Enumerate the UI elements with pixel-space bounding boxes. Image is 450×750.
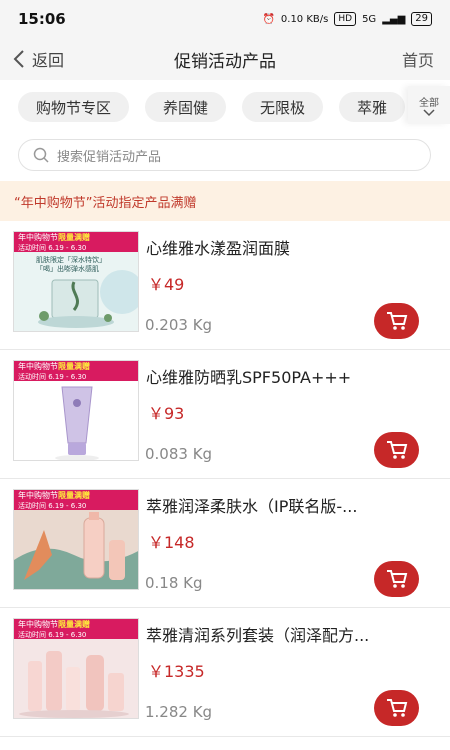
product-price: ￥49 (148, 275, 185, 294)
product-name[interactable]: 心维雅防晒乳SPF50PA+++ (146, 364, 436, 388)
banner-highlight: 限量满赠 (58, 491, 90, 500)
sunscreen-tube-illustration (14, 381, 138, 460)
product-price: ￥148 (148, 533, 195, 552)
signal-icon: ▂▄▆ (382, 13, 406, 25)
search-icon (33, 147, 49, 163)
alarm-icon: ⏰ (262, 13, 275, 25)
product-row[interactable]: 年中购物节限量满赠 活动时间 6.19 - 6.30 萃雅清润系列套装（润泽配方… (0, 608, 450, 737)
tab-yanggujian[interactable]: 养固健 (145, 92, 227, 122)
banner-highlight: 限量满赠 (58, 362, 90, 371)
back-label: 返回 (32, 51, 65, 70)
banner-highlight: 限量满赠 (58, 233, 90, 242)
thumb-banner: 年中购物节限量满赠 活动时间 6.19 - 6.30 (14, 232, 138, 252)
back-button[interactable]: 返回 (12, 47, 64, 71)
cart-icon (386, 441, 407, 459)
skincare-set-illustration (14, 639, 138, 718)
status-icons: ⏰ 0.10 KB/s HD 5G ▂▄▆ 29 (262, 12, 432, 26)
thumb-caption-line-1: 肌肤限定「深水特饮」 (36, 256, 106, 264)
tab-shopping-festival[interactable]: 购物节专区 (18, 92, 130, 122)
banner-title: 年中购物节 (18, 620, 58, 629)
product-image[interactable]: 年中购物节限量满赠 活动时间 6.19 - 6.30 肌肤限定「深水特饮」 「喝… (13, 231, 139, 332)
cart-icon (386, 312, 407, 330)
tab-infinitus[interactable]: 无限极 (242, 92, 324, 122)
product-image[interactable]: 年中购物节限量满赠 活动时间 6.19 - 6.30 (13, 360, 139, 461)
add-to-cart-button[interactable] (374, 690, 419, 726)
product-price: ￥1335 (148, 662, 205, 681)
all-categories-button[interactable]: 全部 (408, 86, 450, 124)
product-name[interactable]: 萃雅润泽柔肤水（IP联名版-... (146, 493, 436, 517)
banner-date: 活动时间 6.19 - 6.30 (18, 502, 87, 510)
all-label: 全部 (419, 97, 439, 109)
banner-date: 活动时间 6.19 - 6.30 (18, 631, 87, 639)
signal-label: 5G (362, 13, 377, 25)
product-row[interactable]: 年中购物节限量满赠 活动时间 6.19 - 6.30 心维雅防晒乳SPF50PA… (0, 350, 450, 479)
cart-icon (386, 570, 407, 588)
page-title: 促销活动产品 (174, 51, 276, 72)
product-name[interactable]: 心维雅水漾盈润面膜 (146, 235, 436, 259)
search-input[interactable]: 搜索促销活动产品 (18, 139, 431, 171)
thumb-banner: 年中购物节限量满赠 活动时间 6.19 - 6.30 (14, 619, 138, 639)
banner-highlight: 限量满赠 (58, 620, 90, 629)
hd-badge: HD (334, 12, 357, 26)
product-weight: 0.083 Kg (145, 445, 213, 463)
nav-bar: 返回 促销活动产品 首页 (0, 38, 450, 80)
thumb-banner: 年中购物节限量满赠 活动时间 6.19 - 6.30 (14, 490, 138, 510)
tab-cuiya[interactable]: 萃雅 (339, 92, 406, 122)
product-price: ￥93 (148, 404, 185, 423)
chevron-left-icon (13, 50, 24, 68)
battery-icon: 29 (411, 12, 432, 26)
home-link[interactable]: 首页 (402, 47, 434, 71)
add-to-cart-button[interactable] (374, 432, 419, 468)
status-bar: 15:06 ⏰ 0.10 KB/s HD 5G ▂▄▆ 29 (0, 0, 450, 38)
thumb-caption: 肌肤限定「深水特饮」 「喝」出嘭弹水感肌 (36, 256, 106, 274)
product-list: 年中购物节限量满赠 活动时间 6.19 - 6.30 肌肤限定「深水特饮」 「喝… (0, 221, 450, 737)
banner-title: 年中购物节 (18, 491, 58, 500)
banner-date: 活动时间 6.19 - 6.30 (18, 373, 87, 381)
banner-title: 年中购物节 (18, 362, 58, 371)
product-weight: 0.203 Kg (145, 316, 213, 334)
product-row[interactable]: 年中购物节限量满赠 活动时间 6.19 - 6.30 萃雅润泽柔肤水（IP联名版… (0, 479, 450, 608)
cart-icon (386, 699, 407, 717)
banner-date: 活动时间 6.19 - 6.30 (18, 244, 87, 252)
thumb-caption-line-2: 「喝」出嘭弹水感肌 (36, 265, 99, 273)
thumb-banner: 年中购物节限量满赠 活动时间 6.19 - 6.30 (14, 361, 138, 381)
status-time: 15:06 (18, 10, 66, 28)
product-image[interactable]: 年中购物节限量满赠 活动时间 6.19 - 6.30 (13, 618, 139, 719)
network-speed: 0.10 KB/s (280, 13, 329, 25)
product-name[interactable]: 萃雅清润系列套装（润泽配方... (146, 622, 436, 646)
product-image[interactable]: 年中购物节限量满赠 活动时间 6.19 - 6.30 (13, 489, 139, 590)
toner-bottle-illustration (14, 510, 138, 589)
search-placeholder: 搜索促销活动产品 (57, 149, 162, 165)
add-to-cart-button[interactable] (374, 561, 419, 597)
promo-banner: “年中购物节”活动指定产品满赠 (0, 181, 450, 221)
chevron-down-icon (423, 108, 435, 116)
product-weight: 1.282 Kg (145, 703, 213, 721)
banner-title: 年中购物节 (18, 233, 58, 242)
product-row[interactable]: 年中购物节限量满赠 活动时间 6.19 - 6.30 肌肤限定「深水特饮」 「喝… (0, 221, 450, 350)
product-weight: 0.18 Kg (145, 574, 203, 592)
category-tabs: 购物节专区 养固健 无限极 萃雅 (0, 86, 450, 128)
add-to-cart-button[interactable] (374, 303, 419, 339)
